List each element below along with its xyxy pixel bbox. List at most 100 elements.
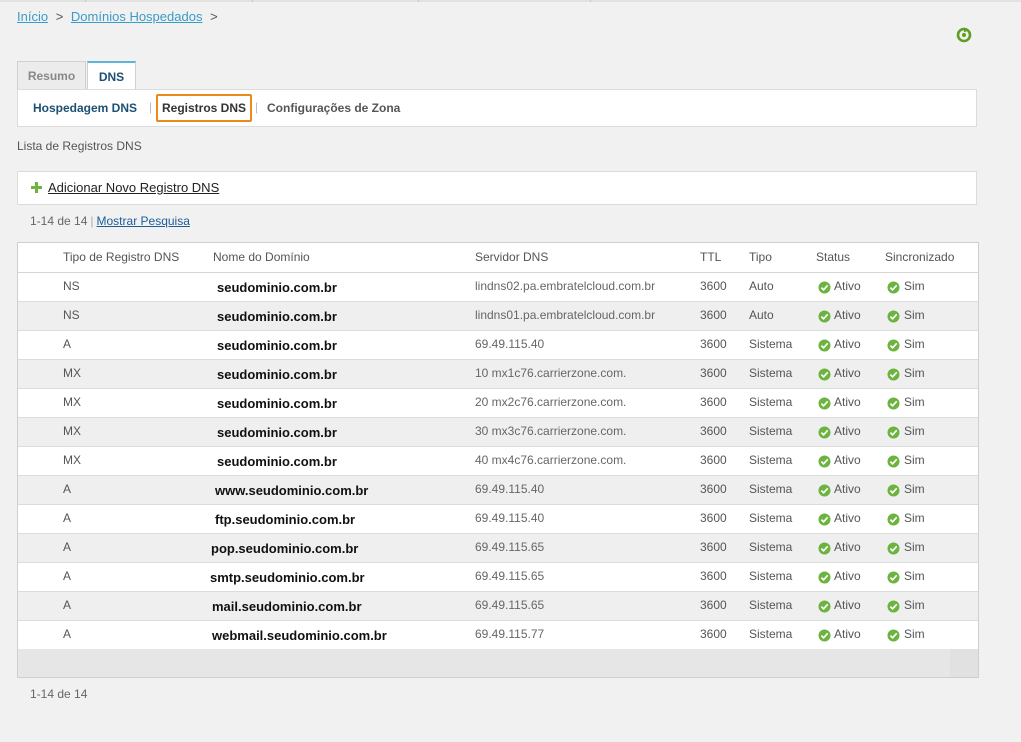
domain-name: mail.seudominio.com.br xyxy=(212,599,362,614)
ttl-value: 3600 xyxy=(700,453,727,467)
table-row[interactable]: MX seudominio.com.br 20 mx2c76.carrierzone… xyxy=(18,389,978,418)
record-kind: Sistema xyxy=(749,482,793,496)
check-circle-icon xyxy=(818,339,831,352)
record-type: NS xyxy=(63,279,80,293)
record-kind: Sistema xyxy=(749,627,793,641)
check-circle-icon xyxy=(887,629,900,642)
pagination-bottom: 1-14 de 14 xyxy=(30,687,88,701)
tab-dns[interactable]: DNS xyxy=(87,61,136,90)
dns-server: lindns01.pa.embratelcloud.com.br xyxy=(475,308,656,322)
domain-name: smtp.seudominio.com.br xyxy=(210,570,365,585)
subnav-hospedagem-dns[interactable]: Hospedagem DNS xyxy=(33,101,137,115)
subnav-separator: | xyxy=(255,100,259,114)
check-circle-icon xyxy=(887,600,900,613)
check-circle-icon xyxy=(887,484,900,497)
check-circle-icon xyxy=(818,310,831,323)
status-text: Ativo xyxy=(834,569,861,583)
add-record-link[interactable]: Adicionar Novo Registro DNS xyxy=(48,180,219,195)
top-border xyxy=(0,0,1021,2)
ttl-value: 3600 xyxy=(700,627,727,641)
breadcrumb: Início > Domínios Hospedados > xyxy=(17,9,222,24)
check-circle-icon xyxy=(818,455,831,468)
check-circle-icon xyxy=(818,513,831,526)
table-footer xyxy=(18,649,978,677)
domain-name: seudominio.com.br xyxy=(217,367,337,382)
dns-server: 69.49.115.77 xyxy=(475,627,545,641)
dns-server: 30 mx3c76.carrierzone.com. xyxy=(475,424,627,438)
subnav-registros-dns[interactable]: Registros DNS xyxy=(156,94,253,122)
column-header-ttl[interactable]: TTL xyxy=(700,250,721,264)
table-row[interactable]: Apop.seudominio.com.br 69.49.115.65 3600 Si… xyxy=(18,534,978,563)
status-text: Ativo xyxy=(834,424,861,438)
table-row[interactable]: MX seudominio.com.br 40 mx4c76.carrierzone… xyxy=(18,447,978,476)
scrollbar-corner xyxy=(950,649,978,677)
table-row[interactable]: NS seudominio.com.br lindns01.pa.embratelc… xyxy=(18,302,978,331)
table-row[interactable]: Aseudominio.com.br 69.49.115.40 3600 Sistem… xyxy=(18,331,978,360)
table-row[interactable]: Asmtp.seudominio.com.br 69.49.115.65 3600 S… xyxy=(18,563,978,592)
ttl-value: 3600 xyxy=(700,569,727,583)
pagination-separator: | xyxy=(90,214,94,228)
column-header-server[interactable]: Servidor DNS xyxy=(475,250,548,264)
dns-server: 69.49.115.65 xyxy=(475,569,545,583)
record-type: MX xyxy=(63,424,81,438)
check-circle-icon xyxy=(887,397,900,410)
status-text: Ativo xyxy=(834,308,861,322)
record-type: A xyxy=(63,627,72,641)
check-circle-icon xyxy=(887,542,900,555)
table-row[interactable]: Awww.seudominio.com.br 69.49.115.40 3600 Si… xyxy=(18,476,978,505)
column-header-synced[interactable]: Sincronizado xyxy=(885,250,954,264)
check-circle-icon xyxy=(818,484,831,497)
record-kind: Sistema xyxy=(749,366,793,380)
ttl-value: 3600 xyxy=(700,308,727,322)
status-text: Ativo xyxy=(834,395,861,409)
synced-text: Sim xyxy=(904,511,925,525)
dns-subnav: Hospedagem DNS | Registros DNS | Configu… xyxy=(17,89,977,127)
check-circle-icon xyxy=(887,513,900,526)
column-header-domain[interactable]: Nome do Domínio xyxy=(213,250,310,264)
record-kind: Sistema xyxy=(749,598,793,612)
record-kind: Sistema xyxy=(749,540,793,554)
check-circle-icon xyxy=(887,571,900,584)
check-circle-icon xyxy=(818,368,831,381)
plus-icon[interactable] xyxy=(31,182,42,193)
breadcrumb-separator: > xyxy=(210,9,218,24)
page-title: Lista de Registros DNS xyxy=(17,139,142,153)
domain-name: seudominio.com.br xyxy=(217,454,337,469)
status-text: Ativo xyxy=(834,511,861,525)
check-circle-icon xyxy=(887,281,900,294)
subnav-configuracoes-zona[interactable]: Configurações de Zona xyxy=(267,101,400,115)
show-search-link[interactable]: Mostrar Pesquisa xyxy=(97,214,190,228)
synced-text: Sim xyxy=(904,279,925,293)
check-circle-icon xyxy=(818,281,831,294)
check-circle-icon xyxy=(887,339,900,352)
table-row[interactable]: MX seudominio.com.br 10 mx1c76.carrierzone… xyxy=(18,360,978,389)
table-row[interactable]: Aftp.seudominio.com.br 69.49.115.40 3600 Si… xyxy=(18,505,978,534)
ttl-value: 3600 xyxy=(700,482,727,496)
column-header-kind[interactable]: Tipo xyxy=(749,250,772,264)
record-kind: Sistema xyxy=(749,453,793,467)
synced-text: Sim xyxy=(904,453,925,467)
column-header-type[interactable]: Tipo de Registro DNS xyxy=(63,250,179,264)
domain-name: seudominio.com.br xyxy=(217,396,337,411)
table-row[interactable]: NS seudominio.com.br lindns02.pa.embratelc… xyxy=(18,273,978,302)
check-circle-icon xyxy=(818,571,831,584)
refresh-icon[interactable] xyxy=(955,26,973,44)
breadcrumb-home-link[interactable]: Início xyxy=(17,9,48,24)
status-text: Ativo xyxy=(834,453,861,467)
breadcrumb-hosted-domains-link[interactable]: Domínios Hospedados xyxy=(71,9,203,24)
domain-name: www.seudominio.com.br xyxy=(215,483,369,498)
column-header-status[interactable]: Status xyxy=(816,250,850,264)
result-count: 1-14 de 14 xyxy=(30,214,88,228)
record-kind: Sistema xyxy=(749,337,793,351)
record-type: NS xyxy=(63,308,80,322)
domain-name: seudominio.com.br xyxy=(217,425,337,440)
record-type: A xyxy=(63,337,72,351)
domain-name: pop.seudominio.com.br xyxy=(211,541,359,556)
table-row[interactable]: MX seudominio.com.br 30 mx3c76.carrierzone… xyxy=(18,418,978,447)
table-row[interactable]: Amail.seudominio.com.br 69.49.115.65 3600 S… xyxy=(18,592,978,621)
domain-name: seudominio.com.br xyxy=(217,280,337,295)
synced-text: Sim xyxy=(904,540,925,554)
ttl-value: 3600 xyxy=(700,598,727,612)
table-row[interactable]: Awebmail.seudominio.com.br 69.49.115.77 36… xyxy=(18,621,978,650)
tab-resumo[interactable]: Resumo xyxy=(17,61,86,89)
